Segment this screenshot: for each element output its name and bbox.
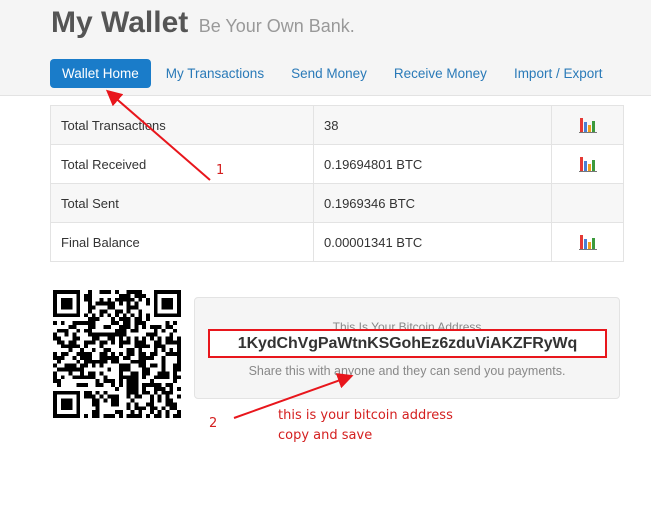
bar-chart-icon[interactable] xyxy=(578,117,597,134)
stat-value: 0.1969346 BTC xyxy=(313,183,552,223)
qr-code-icon xyxy=(53,290,181,418)
table-row: Total Transactions 38 xyxy=(50,105,624,145)
main-nav: Wallet Home My Transactions Send Money R… xyxy=(50,59,617,88)
stat-value: 0.19694801 BTC xyxy=(313,144,552,184)
table-row: Total Received 0.19694801 BTC xyxy=(50,144,624,184)
app-tagline: Be Your Own Bank. xyxy=(198,16,355,36)
table-row: Final Balance 0.00001341 BTC xyxy=(50,222,624,262)
header: My Wallet Be Your Own Bank. Wallet Home … xyxy=(0,0,651,96)
tab-wallet-home[interactable]: Wallet Home xyxy=(50,59,151,88)
annotation-note-line-1: this is your bitcoin address xyxy=(278,408,453,423)
app-title: My Wallet xyxy=(51,6,189,39)
stat-value: 38 xyxy=(313,105,552,145)
title-row: My Wallet Be Your Own Bank. xyxy=(51,6,355,40)
stat-value: 0.00001341 BTC xyxy=(313,222,552,262)
wallet-stats-table: Total Transactions 38 Total Received 0.1… xyxy=(50,105,624,262)
bar-chart-icon[interactable] xyxy=(578,156,597,173)
bitcoin-address[interactable]: 1KydChVgPaWtnKSGohEz6zduViAKZFRyWq xyxy=(208,329,607,358)
annotation-note-line-2: copy and save xyxy=(278,428,373,443)
bitcoin-address-panel: This Is Your Bitcoin Address 1KydChVgPaW… xyxy=(194,297,620,399)
annotation-marker-1: 1 xyxy=(216,163,225,178)
stat-label: Total Received xyxy=(50,144,314,184)
tab-receive-money[interactable]: Receive Money xyxy=(382,59,499,88)
tab-import-export[interactable]: Import / Export xyxy=(502,59,615,88)
stat-label: Total Transactions xyxy=(50,105,314,145)
stat-label: Total Sent xyxy=(50,183,314,223)
tab-send-money[interactable]: Send Money xyxy=(279,59,379,88)
annotation-marker-2: 2 xyxy=(209,416,218,431)
tab-my-transactions[interactable]: My Transactions xyxy=(154,59,276,88)
bar-chart-icon[interactable] xyxy=(578,234,597,251)
table-row: Total Sent 0.1969346 BTC xyxy=(50,183,624,223)
address-hint: Share this with anyone and they can send… xyxy=(248,364,566,378)
stat-label: Final Balance xyxy=(50,222,314,262)
